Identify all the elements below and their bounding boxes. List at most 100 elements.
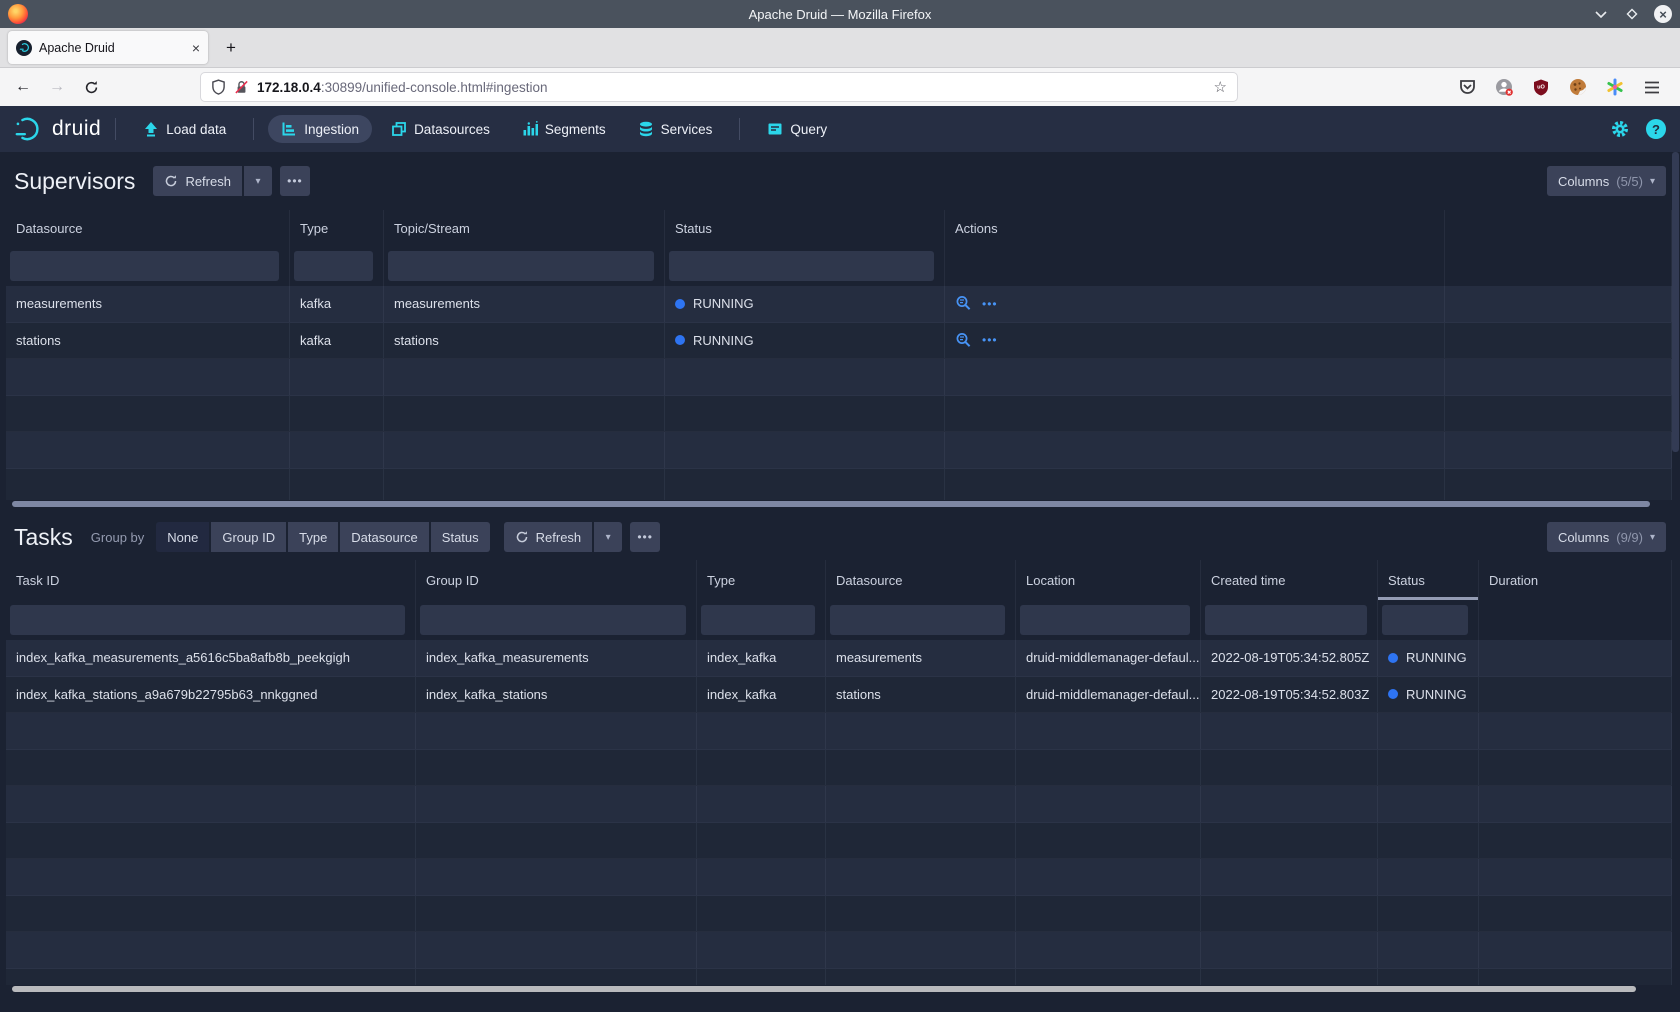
filter-status-input[interactable] — [1382, 605, 1468, 635]
filter-location-input[interactable] — [1020, 605, 1190, 635]
task-row-measurements[interactable]: index_kafka_measurements_a5616c5ba8afb8b… — [6, 640, 1672, 677]
url-bar[interactable]: 172.18.0.4:30899/unified-console.html#in… — [200, 72, 1238, 102]
column-header-status-sorted[interactable]: Status — [1378, 560, 1479, 600]
cell-actions: ••• — [945, 286, 1445, 322]
empty-cell — [1016, 969, 1201, 986]
empty-cell — [826, 896, 1016, 932]
pocket-icon[interactable] — [1457, 77, 1477, 97]
empty-cell — [1445, 469, 1672, 501]
ublock-origin-icon[interactable]: uO — [1531, 77, 1551, 97]
empty-cell — [1378, 750, 1479, 786]
group-by-group-id-button[interactable]: Group ID — [211, 522, 286, 552]
filter-status-input[interactable] — [669, 251, 934, 281]
empty-table-row — [6, 750, 1672, 787]
new-tab-button[interactable]: + — [218, 35, 244, 61]
column-header-topic-stream[interactable]: Topic/Stream — [384, 210, 665, 246]
column-header-duration[interactable]: Duration — [1479, 560, 1672, 600]
colorful-asterisk-extension-icon[interactable] — [1605, 77, 1625, 97]
empty-cell — [826, 713, 1016, 749]
supervisor-row-measurements[interactable]: measurements kafka measurements RUNNING … — [6, 286, 1672, 323]
window-minimize-button[interactable] — [1592, 5, 1610, 23]
account-extension-icon[interactable] — [1494, 77, 1514, 97]
nav-item-services[interactable]: Services — [625, 115, 726, 143]
status-label: RUNNING — [1406, 687, 1467, 702]
column-header-task-id[interactable]: Task ID — [6, 560, 416, 600]
empty-cell — [6, 786, 416, 822]
task-row-stations[interactable]: index_kafka_stations_a9a679b22795b63_nnk… — [6, 677, 1672, 714]
row-more-actions-icon[interactable]: ••• — [982, 297, 998, 311]
nav-item-ingestion[interactable]: Ingestion — [268, 115, 372, 143]
filter-created-time-input[interactable] — [1205, 605, 1367, 635]
column-header-type[interactable]: Type — [697, 560, 826, 600]
column-header-datasource[interactable]: Datasource — [6, 210, 290, 246]
window-close-button[interactable]: × — [1654, 5, 1672, 23]
datasources-icon — [391, 121, 407, 137]
inspect-magnifier-icon[interactable] — [955, 332, 972, 349]
nav-item-load-data[interactable]: Load data — [130, 115, 239, 143]
scrollbar-thumb[interactable] — [12, 501, 1650, 507]
group-by-status-button[interactable]: Status — [431, 522, 490, 552]
tracking-shield-icon[interactable] — [211, 79, 226, 95]
empty-cell — [290, 469, 384, 501]
bookmark-star-icon[interactable]: ☆ — [1214, 78, 1227, 96]
supervisors-refresh-dropdown[interactable]: ▾ — [244, 166, 272, 196]
empty-cell — [697, 786, 826, 822]
group-by-type-button[interactable]: Type — [288, 522, 338, 552]
tasks-more-button[interactable]: ••• — [630, 522, 660, 552]
column-header-type[interactable]: Type — [290, 210, 384, 246]
filter-task-id-input[interactable] — [10, 605, 405, 635]
tab-close-icon[interactable]: × — [192, 40, 200, 56]
filter-type-input[interactable] — [294, 251, 373, 281]
empty-cell — [826, 786, 1016, 822]
empty-cell — [1016, 750, 1201, 786]
reload-button[interactable] — [78, 74, 104, 100]
nav-item-segments[interactable]: Segments — [509, 115, 619, 143]
column-header-datasource[interactable]: Datasource — [826, 560, 1016, 600]
filter-type-input[interactable] — [701, 605, 815, 635]
nav-item-query[interactable]: Query — [754, 115, 840, 143]
supervisor-row-stations[interactable]: stations kafka stations RUNNING ••• — [6, 323, 1672, 360]
scrollbar-thumb[interactable] — [1672, 152, 1679, 452]
columns-count: (5/5) — [1616, 174, 1643, 189]
supervisors-more-button[interactable]: ••• — [280, 166, 310, 196]
filter-topic-input[interactable] — [388, 251, 654, 281]
filter-group-id-input[interactable] — [420, 605, 686, 635]
cell-status: RUNNING — [1378, 677, 1479, 713]
column-header-created-time[interactable]: Created time — [1201, 560, 1378, 600]
cell-created-time: 2022-08-19T05:34:52.805Z — [1201, 640, 1378, 676]
empty-cell — [416, 932, 697, 968]
tasks-refresh-button[interactable]: Refresh — [504, 522, 593, 552]
tasks-refresh-dropdown[interactable]: ▾ — [594, 522, 622, 552]
row-more-actions-icon[interactable]: ••• — [982, 333, 998, 347]
browser-tab-apache-druid[interactable]: Apache Druid × — [8, 31, 208, 64]
scrollbar-thumb[interactable] — [12, 986, 1636, 992]
column-header-status[interactable]: Status — [665, 210, 945, 246]
settings-gear-icon[interactable] — [1610, 119, 1630, 139]
inspect-magnifier-icon[interactable] — [955, 295, 972, 312]
chevron-down-icon: ▾ — [255, 176, 260, 187]
empty-cell — [1479, 859, 1672, 895]
tasks-columns-button[interactable]: Columns (9/9) ▾ — [1547, 522, 1666, 552]
help-icon[interactable]: ? — [1646, 119, 1666, 139]
menu-hamburger-icon[interactable] — [1642, 77, 1662, 97]
empty-cell — [416, 969, 697, 986]
url-path: :30899/unified-console.html#ingestion — [321, 80, 548, 95]
back-button[interactable]: ← — [10, 74, 36, 100]
insecure-lock-icon[interactable] — [234, 79, 249, 95]
cell-type: kafka — [290, 323, 384, 359]
filter-datasource-input[interactable] — [830, 605, 1005, 635]
column-header-location[interactable]: Location — [1016, 560, 1201, 600]
supervisors-refresh-button[interactable]: Refresh — [153, 166, 242, 196]
group-by-datasource-button[interactable]: Datasource — [340, 522, 428, 552]
cookie-extension-icon[interactable] — [1568, 77, 1588, 97]
status-label: RUNNING — [1406, 650, 1467, 665]
window-maximize-button[interactable] — [1623, 5, 1641, 23]
supervisors-columns-button[interactable]: Columns (5/5) ▾ — [1547, 166, 1666, 196]
group-by-none-button[interactable]: None — [156, 522, 209, 552]
empty-cell — [665, 396, 945, 432]
group-by-segmented-control: None Group ID Type Datasource Status — [156, 522, 489, 552]
empty-cell — [697, 932, 826, 968]
filter-datasource-input[interactable] — [10, 251, 279, 281]
nav-item-datasources[interactable]: Datasources — [378, 115, 503, 143]
column-header-group-id[interactable]: Group ID — [416, 560, 697, 600]
